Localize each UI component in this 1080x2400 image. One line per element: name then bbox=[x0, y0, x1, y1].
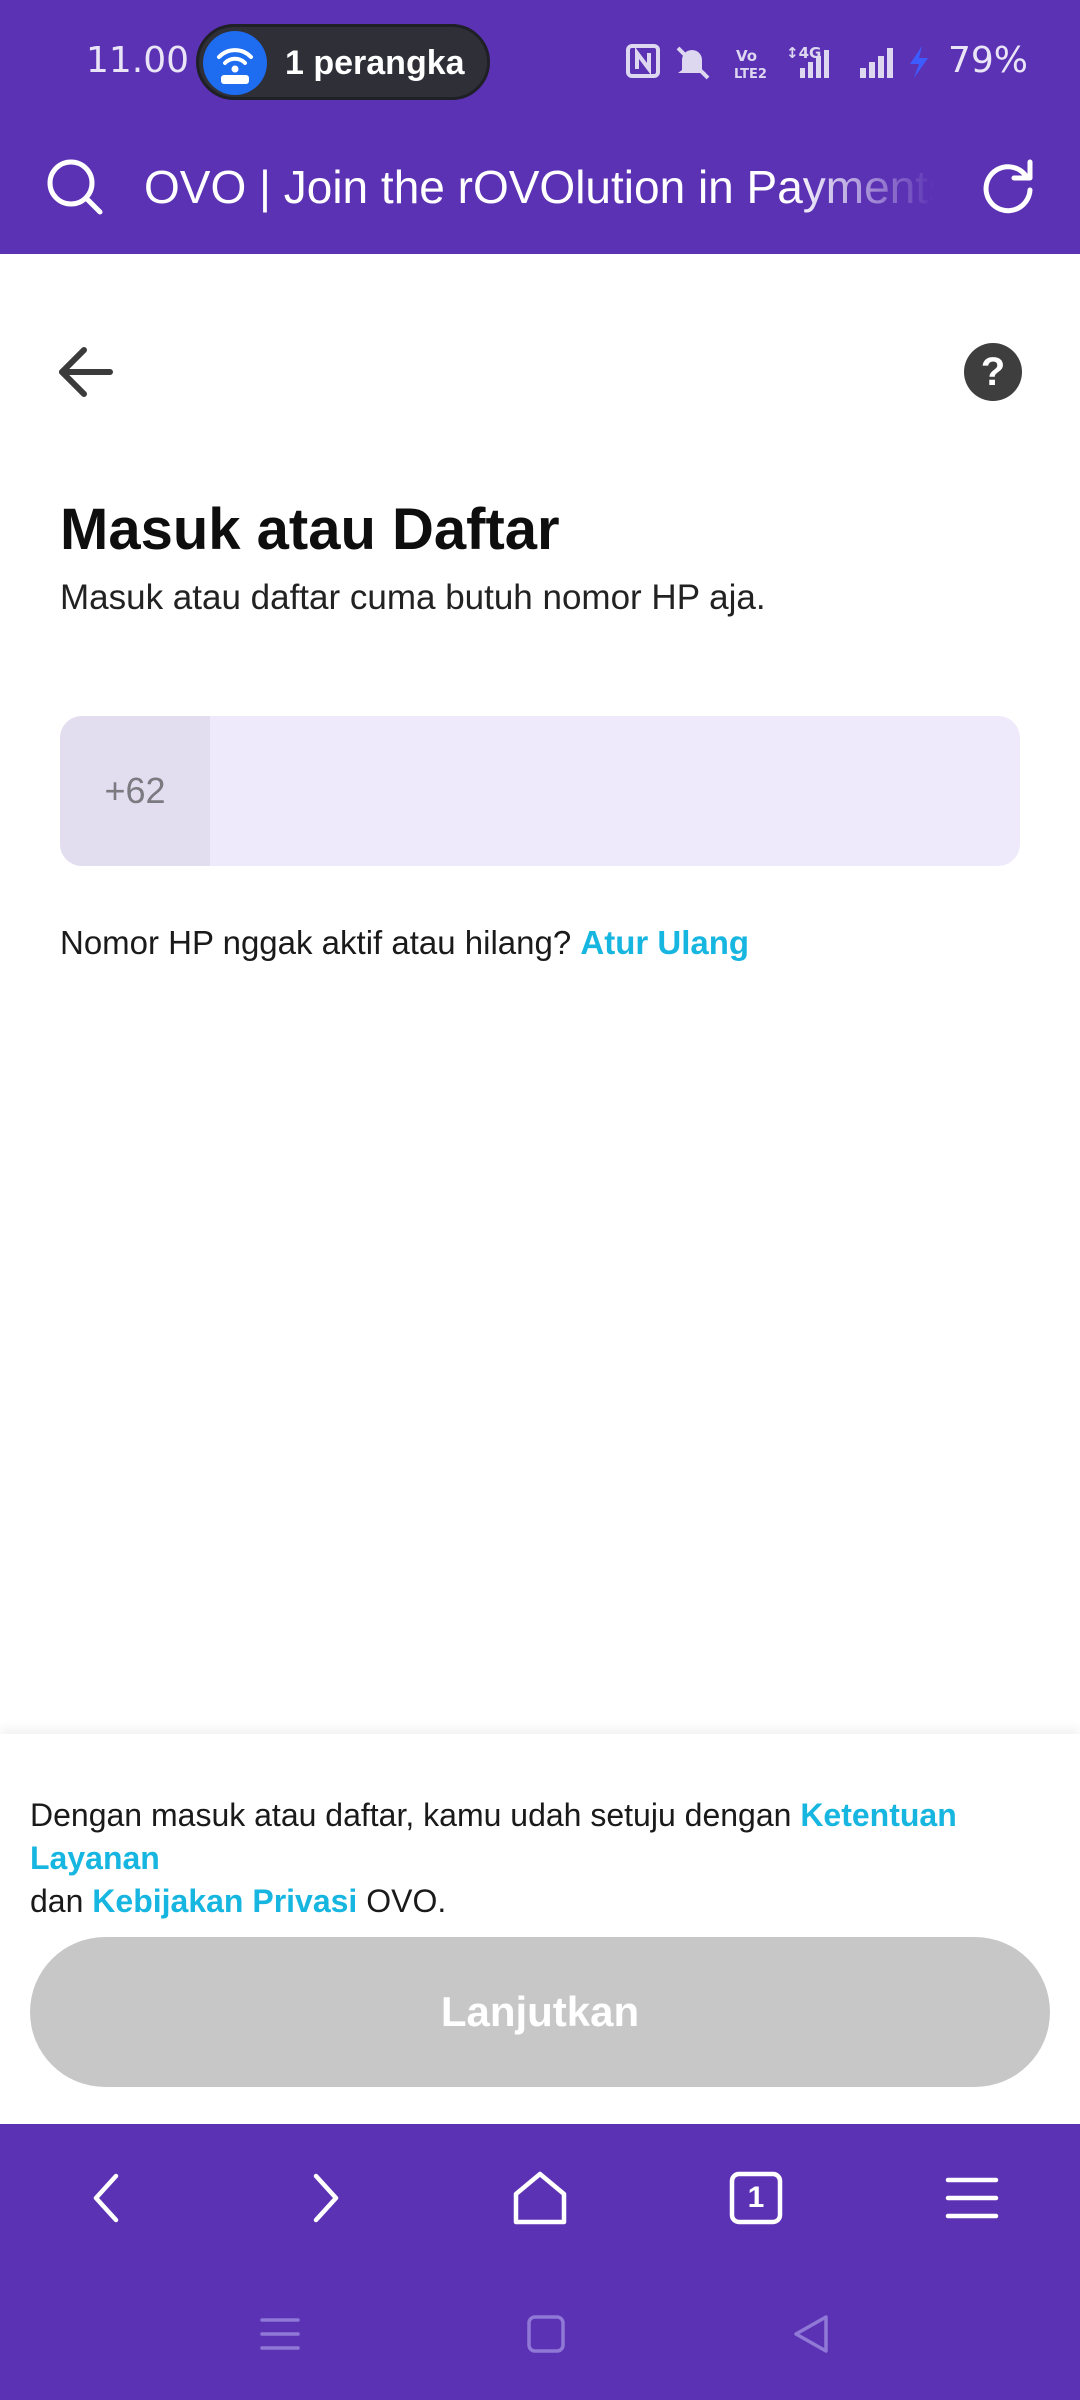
reset-number-line: Nomor HP nggak aktif atau hilang? Atur U… bbox=[60, 924, 749, 962]
volte-icon: Vo LTE2 bbox=[734, 47, 767, 82]
battery-level: 79% bbox=[948, 40, 1029, 81]
signal-icon bbox=[860, 48, 893, 78]
page-subtitle: Masuk atau daftar cuma butuh nomor HP aj… bbox=[60, 578, 766, 617]
browser-back-icon[interactable] bbox=[76, 2166, 140, 2230]
tab-count: 1 bbox=[747, 2181, 765, 2214]
hotspot-indicator[interactable]: 1 perangka bbox=[196, 24, 490, 100]
status-time: 11.00 bbox=[86, 40, 190, 81]
status-icons: Vo LTE2 ↕4G bbox=[624, 36, 944, 86]
home-button-icon[interactable] bbox=[524, 2312, 568, 2356]
page-url-title[interactable]: OVO | Join the rOVOlution in Payments bbox=[144, 160, 934, 220]
terms-and: dan bbox=[30, 1883, 84, 1919]
status-bar: 11.00 1 perangka Vo LTE2 ↕4G 79% bbox=[0, 0, 1080, 124]
phone-number-input[interactable] bbox=[210, 716, 1020, 866]
hotspot-label: 1 perangka bbox=[285, 44, 465, 82]
continue-button[interactable]: Lanjutkan bbox=[30, 1937, 1050, 2087]
tabs-icon[interactable]: 1 bbox=[724, 2166, 788, 2230]
refresh-icon[interactable] bbox=[978, 154, 1038, 223]
recent-apps-icon[interactable] bbox=[258, 2312, 302, 2356]
country-code-prefix: +62 bbox=[60, 716, 210, 866]
bottom-panel: Dengan masuk atau daftar, kamu udah setu… bbox=[0, 1734, 1080, 2124]
search-icon[interactable] bbox=[44, 156, 108, 225]
mute-icon bbox=[676, 46, 710, 80]
phone-number-field[interactable]: +62 bbox=[60, 716, 1020, 866]
system-nav-bar bbox=[0, 2270, 1080, 2400]
back-arrow-icon[interactable] bbox=[56, 344, 116, 404]
charging-icon bbox=[910, 46, 928, 78]
menu-icon[interactable] bbox=[940, 2166, 1004, 2230]
home-icon[interactable] bbox=[508, 2166, 572, 2230]
help-icon[interactable]: ? bbox=[964, 343, 1022, 401]
reset-link[interactable]: Atur Ulang bbox=[580, 924, 749, 961]
4g-signal-icon: ↕4G bbox=[786, 44, 829, 78]
browser-url-bar: OVO | Join the rOVOlution in Payments bbox=[0, 124, 1080, 254]
nfc-icon bbox=[626, 44, 660, 78]
page-title: Masuk atau Daftar bbox=[60, 497, 560, 562]
svg-text:Vo: Vo bbox=[736, 47, 757, 65]
back-triangle-icon[interactable] bbox=[790, 2312, 834, 2356]
terms-suffix: OVO. bbox=[366, 1883, 447, 1919]
terms-prefix: Dengan masuk atau daftar, kamu udah setu… bbox=[30, 1797, 792, 1833]
browser-forward-icon[interactable] bbox=[292, 2166, 356, 2230]
hotspot-icon bbox=[203, 31, 267, 95]
terms-text: Dengan masuk atau daftar, kamu udah setu… bbox=[30, 1794, 1060, 1923]
reset-text: Nomor HP nggak aktif atau hilang? bbox=[60, 924, 572, 961]
privacy-policy-link[interactable]: Kebijakan Privasi bbox=[92, 1883, 357, 1919]
browser-nav-bar: 1 bbox=[0, 2124, 1080, 2270]
svg-text:LTE2: LTE2 bbox=[734, 67, 767, 82]
